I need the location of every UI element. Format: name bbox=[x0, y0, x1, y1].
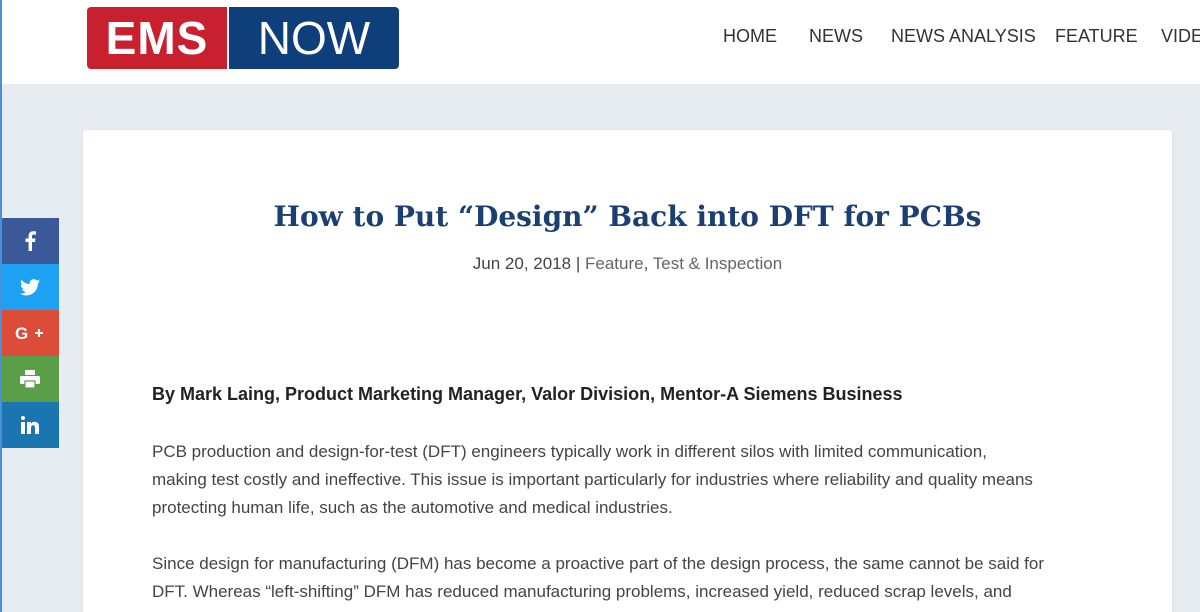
paragraph-line: DFT. Whereas “left-shifting” DFM has red… bbox=[152, 582, 1012, 601]
svg-text:G: G bbox=[15, 324, 28, 342]
share-linkedin-button[interactable] bbox=[0, 402, 59, 448]
facebook-icon bbox=[24, 231, 36, 251]
category-feature-link[interactable]: Feature bbox=[585, 254, 644, 273]
category-test-inspection-link[interactable]: Test & Inspection bbox=[653, 254, 782, 273]
meta-separator: | bbox=[575, 254, 581, 273]
linkedin-icon bbox=[20, 416, 39, 434]
site-header: EMS NOW HOME NEWS NEWS ANALYSIS FEATURE … bbox=[0, 0, 1200, 84]
main-nav: HOME NEWS NEWS ANALYSIS FEATURE VIDE bbox=[0, 26, 1200, 50]
share-print-button[interactable] bbox=[0, 356, 59, 402]
nav-home[interactable]: HOME bbox=[723, 26, 777, 47]
article-date: Jun 20, 2018 bbox=[472, 254, 572, 273]
nav-video[interactable]: VIDE bbox=[1161, 26, 1200, 47]
paragraph-line: PCB production and design-for-test (DFT)… bbox=[152, 442, 987, 461]
print-icon bbox=[19, 370, 40, 388]
paragraph-line: making test costly and ineffective. This… bbox=[152, 470, 1033, 489]
social-share-bar: G bbox=[0, 218, 59, 448]
share-google-plus-button[interactable]: G bbox=[0, 310, 59, 356]
paragraph-line: Since design for manufacturing (DFM) has… bbox=[152, 554, 1045, 573]
article-paragraph-2: Since design for manufacturing (DFM) has… bbox=[152, 550, 1112, 606]
article-paragraph-1: PCB production and design-for-test (DFT)… bbox=[152, 438, 1112, 522]
article-meta: Jun 20, 2018 | Feature, Test & Inspectio… bbox=[0, 254, 1200, 274]
paragraph-line: protecting human life, such as the autom… bbox=[152, 498, 673, 517]
article-byline: By Mark Laing, Product Marketing Manager… bbox=[152, 384, 903, 404]
page-left-rule bbox=[0, 0, 2, 612]
twitter-icon bbox=[19, 278, 40, 296]
nav-feature[interactable]: FEATURE bbox=[1055, 26, 1138, 47]
share-twitter-button[interactable] bbox=[0, 264, 59, 310]
share-facebook-button[interactable] bbox=[0, 218, 59, 264]
google-plus-icon: G bbox=[15, 324, 45, 342]
nav-news[interactable]: NEWS bbox=[809, 26, 863, 47]
category-comma: , bbox=[643, 254, 649, 273]
article-title: How to Put “Design” Back into DFT for PC… bbox=[273, 200, 982, 233]
nav-news-analysis[interactable]: NEWS ANALYSIS bbox=[891, 26, 1036, 47]
